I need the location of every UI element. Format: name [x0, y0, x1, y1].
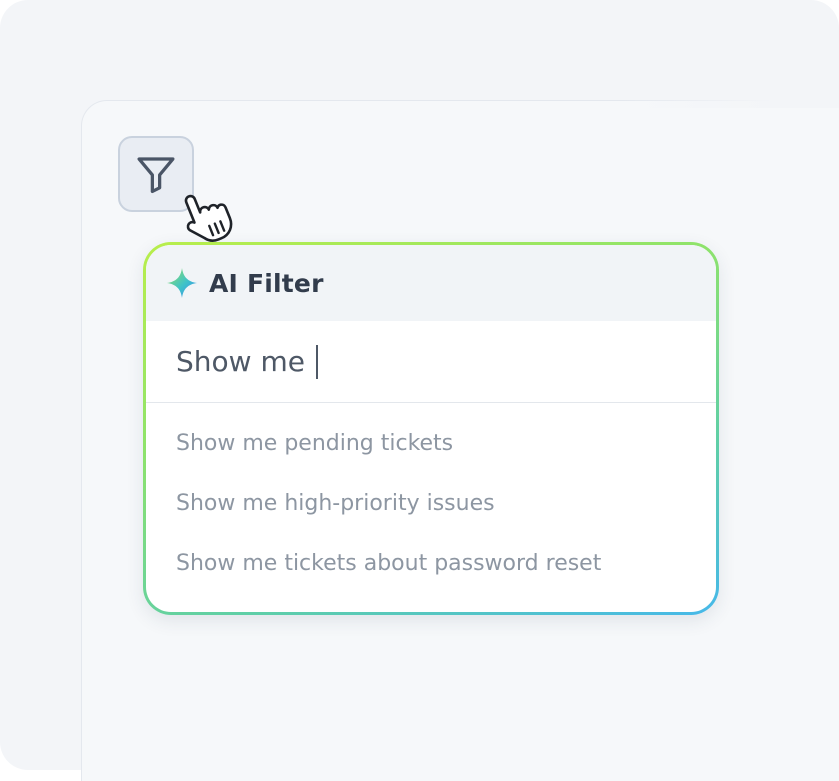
suggestion-item[interactable]: Show me tickets about password reset: [146, 533, 716, 593]
ai-filter-popup: AI Filter Show me Show me pending ticket…: [143, 242, 719, 615]
panel-edge-fade: [620, 96, 839, 108]
filter-button[interactable]: [118, 136, 194, 212]
ai-filter-query-text: Show me: [176, 345, 314, 378]
ai-filter-title: AI Filter: [209, 268, 324, 298]
suggestion-item[interactable]: Show me pending tickets: [146, 413, 716, 473]
ai-filter-panel: AI Filter Show me Show me pending ticket…: [146, 245, 716, 612]
filter-icon: [137, 157, 175, 194]
ai-filter-header: AI Filter: [146, 245, 716, 321]
sparkle-icon: [167, 268, 197, 298]
text-caret: [315, 344, 318, 379]
suggestion-list: Show me pending tickets Show me high-pri…: [146, 403, 716, 593]
suggestion-item[interactable]: Show me high-priority issues: [146, 473, 716, 533]
ai-filter-input[interactable]: Show me: [146, 321, 716, 403]
